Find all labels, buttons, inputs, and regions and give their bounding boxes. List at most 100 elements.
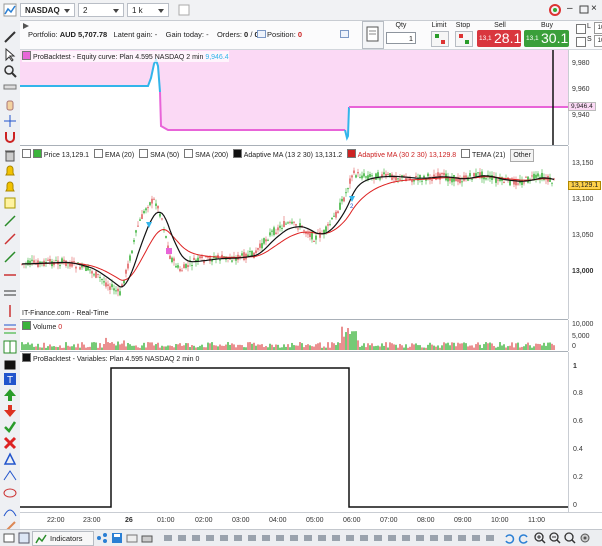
stop-order-button[interactable] — [455, 31, 473, 47]
redo-icon[interactable] — [518, 532, 530, 544]
more-options-icon[interactable] — [178, 3, 190, 17]
pencil-icon[interactable] — [3, 30, 17, 44]
legend-sma-200[interactable]: SMA (200) — [195, 152, 228, 159]
buy-button[interactable]: 13,1 30.1 — [524, 30, 569, 47]
position-value[interactable]: 0 — [298, 30, 302, 39]
cursor-icon[interactable] — [3, 47, 17, 62]
position-link-icon[interactable] — [340, 30, 349, 38]
alert-bell-icon[interactable] — [3, 164, 17, 178]
price-axis-label: 13,050 — [572, 232, 594, 239]
volume-bar — [451, 342, 453, 350]
volume-bar — [385, 342, 387, 350]
legend-adaptive-ma-30[interactable]: Adaptive MA (30 2 30) 13,129.8 — [358, 152, 456, 159]
magnet-icon[interactable] — [3, 130, 17, 144]
legend-checkbox[interactable] — [184, 149, 194, 158]
equity-color-swatch[interactable] — [22, 51, 31, 60]
short-checkbox[interactable] — [576, 37, 586, 47]
share-icon[interactable] — [96, 532, 108, 544]
legend-swatch-red[interactable] — [347, 149, 357, 158]
export-icon[interactable] — [126, 532, 138, 544]
ticket-button[interactable] — [362, 21, 384, 49]
undo-icon[interactable] — [503, 532, 515, 544]
volume-bar — [347, 328, 349, 350]
ruler-icon[interactable] — [3, 80, 17, 94]
legend-ema-20[interactable]: EMA (20) — [105, 152, 134, 159]
candle-body — [179, 268, 181, 272]
time-axis[interactable]: 22:00 23:00 26 01:00 02:00 03:00 04:00 0… — [20, 512, 602, 530]
triangle-icon[interactable] — [3, 452, 17, 466]
arc-icon[interactable] — [3, 504, 17, 518]
volume-bar — [173, 347, 175, 350]
checkmark-icon[interactable] — [3, 420, 17, 434]
short-points-input[interactable]: 10 — [594, 35, 602, 47]
settings-icon[interactable] — [579, 532, 591, 544]
orders-value[interactable]: 0 — [244, 30, 248, 39]
timeframe-select[interactable]: 2 minutes — [78, 3, 124, 29]
text-note-icon[interactable] — [3, 196, 17, 210]
line-tool-icon[interactable] — [3, 214, 17, 228]
limit-order-button[interactable] — [431, 31, 449, 47]
price-chart: 2 — [21, 167, 555, 297]
price-swatch[interactable] — [32, 149, 42, 158]
screenshot-icon[interactable] — [3, 532, 15, 544]
legend-sma-50[interactable]: SMA (50) — [150, 152, 179, 159]
volume-bar — [181, 345, 183, 350]
volume-bar — [357, 340, 359, 350]
ellipse-icon[interactable] — [3, 486, 17, 500]
legend-checkbox[interactable] — [94, 149, 104, 158]
text-icon[interactable]: T — [3, 372, 17, 386]
close-icon[interactable]: × — [591, 3, 601, 17]
legend-checkbox[interactable] — [139, 149, 149, 158]
hand-icon[interactable] — [3, 98, 17, 112]
refresh-icon[interactable] — [548, 3, 562, 17]
long-points-input[interactable]: 10 — [594, 22, 602, 34]
instrument-select[interactable]: NASDAQ — [20, 3, 75, 17]
arrow-up-icon[interactable] — [3, 388, 17, 402]
collapse-icon[interactable] — [22, 149, 31, 158]
minimize-icon[interactable]: – — [567, 3, 577, 17]
volume-swatch[interactable] — [22, 321, 31, 330]
candle-body — [351, 175, 353, 178]
legend-price[interactable]: Price 13,129.1 — [44, 152, 89, 159]
price-axis[interactable]: 13,150 13,100 13,050 13,000 13,129.1 — [568, 146, 602, 319]
zoom-fit-icon[interactable] — [564, 532, 576, 544]
vertical-line-icon[interactable] — [3, 304, 17, 318]
qty-input[interactable]: 1 — [386, 32, 416, 44]
volume-bar — [143, 342, 145, 350]
channel-icon[interactable] — [3, 286, 17, 300]
legend-swatch-black[interactable] — [233, 149, 243, 158]
alert-bell-icon-2[interactable] — [3, 180, 17, 194]
zoom-in-icon[interactable] — [534, 532, 546, 544]
grid-icon[interactable] — [3, 340, 17, 354]
crosshair-icon[interactable] — [3, 114, 17, 128]
volume-bar — [211, 342, 213, 350]
print-icon[interactable] — [141, 532, 153, 544]
legend-checkbox[interactable] — [461, 149, 471, 158]
trash-icon[interactable] — [3, 148, 17, 162]
indicators-button[interactable]: Indicators — [32, 531, 94, 546]
maximize-icon[interactable] — [579, 3, 589, 17]
units-select[interactable]: 1 k units — [127, 3, 169, 29]
horizontal-line-icon[interactable] — [3, 268, 17, 282]
expand-icon[interactable] — [22, 22, 30, 30]
variables-swatch[interactable] — [22, 353, 31, 362]
orders-link-icon[interactable] — [257, 30, 266, 38]
fibonacci-icon[interactable] — [3, 322, 17, 336]
long-checkbox[interactable] — [576, 24, 586, 34]
ray-icon[interactable] — [3, 250, 17, 264]
cross-icon[interactable] — [3, 436, 17, 450]
layout-icon[interactable] — [18, 532, 30, 544]
pitchfork-icon[interactable] — [3, 468, 17, 482]
zoom-icon[interactable] — [3, 64, 17, 78]
legend-other-button[interactable]: Other — [510, 149, 534, 162]
save-icon[interactable] — [111, 532, 123, 544]
zoom-out-icon[interactable] — [549, 532, 561, 544]
chart-icon[interactable] — [3, 3, 17, 17]
arrow-down-icon[interactable] — [3, 404, 17, 418]
rectangle-icon[interactable] — [3, 358, 17, 372]
candle-body — [473, 173, 475, 177]
trendline-icon[interactable] — [3, 232, 17, 246]
legend-tema-21[interactable]: TEMA (21) — [472, 152, 505, 159]
sell-button[interactable]: 13,1 28.1 — [477, 30, 521, 47]
legend-adaptive-ma-13[interactable]: Adaptive MA (13 2 30) 13,131.2 — [244, 152, 342, 159]
